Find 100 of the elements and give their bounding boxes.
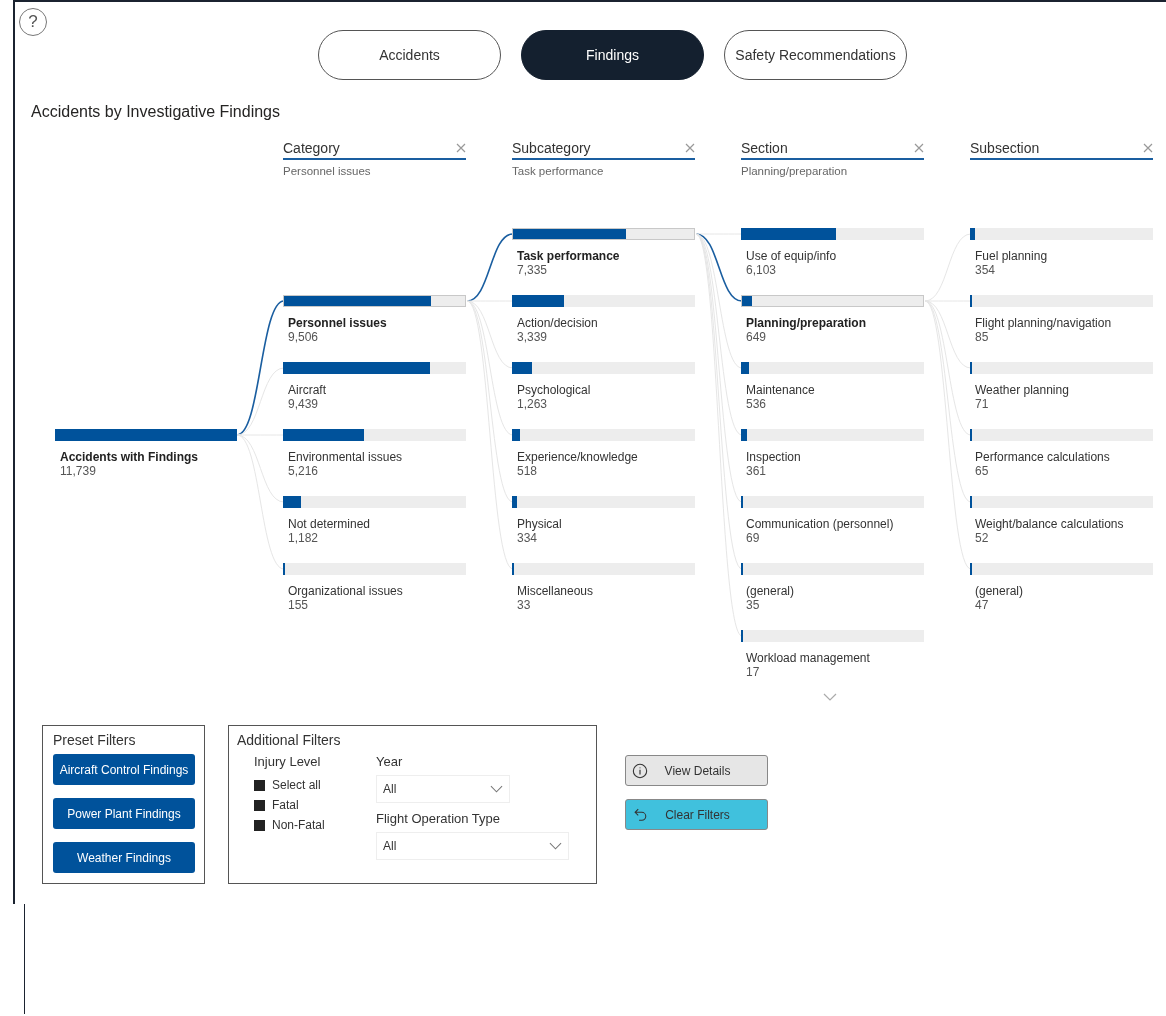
bar-track[interactable]	[741, 362, 924, 374]
node-label: Aircraft	[288, 383, 327, 397]
node-label: Accidents with Findings	[60, 450, 199, 464]
node-value: 518	[517, 464, 539, 478]
node-label: Environmental issues	[288, 450, 404, 464]
bar-track[interactable]	[970, 228, 1153, 240]
bar-track[interactable]	[741, 228, 924, 240]
node-label: Physical	[517, 517, 563, 531]
close-icon[interactable]	[685, 143, 695, 153]
node-value: 9,439	[288, 397, 320, 411]
close-icon[interactable]	[1143, 143, 1153, 153]
node-value: 85	[975, 330, 990, 344]
filter-label: Flight Operation Type	[376, 811, 502, 826]
bar-track[interactable]	[512, 295, 695, 307]
tab[interactable]: Findings	[521, 30, 704, 80]
node-label: Weight/balance calculations	[975, 517, 1125, 531]
action-button[interactable]: View Details	[625, 755, 768, 786]
bar-track[interactable]	[283, 563, 466, 575]
panel-title: Additional Filters	[237, 732, 342, 748]
bar-track[interactable]	[970, 429, 1153, 441]
node-value: 361	[746, 464, 768, 478]
node-label: Not determined	[288, 517, 372, 531]
bar-track[interactable]	[283, 429, 466, 441]
node-value: 17	[746, 665, 761, 679]
filter-label: Injury Level	[254, 754, 322, 769]
visual-title: Accidents by Investigative Findings	[31, 103, 281, 121]
chevron-down-icon	[490, 785, 503, 793]
bar-track[interactable]	[512, 362, 695, 374]
node-value: 649	[746, 330, 768, 344]
node-value: 33	[517, 598, 532, 612]
bar-track[interactable]	[512, 496, 695, 508]
node-label: Psychological	[517, 383, 592, 397]
node-value: 5,216	[288, 464, 320, 478]
node-value: 354	[975, 263, 997, 277]
tab[interactable]: Safety Recommendations	[724, 30, 907, 80]
bar-track[interactable]	[283, 295, 466, 307]
checkbox[interactable]	[254, 779, 265, 791]
year-dropdown[interactable]: All	[376, 775, 510, 803]
node-label: Use of equip/info	[746, 249, 838, 263]
tab[interactable]: Accidents	[318, 30, 501, 80]
bar-track[interactable]	[741, 630, 924, 642]
column-title: Category	[283, 140, 340, 156]
column-title: Section	[741, 140, 788, 156]
action-button[interactable]: Clear Filters	[625, 799, 768, 830]
bar-track[interactable]	[512, 429, 695, 441]
flight-operation-type-dropdown[interactable]: All	[376, 832, 569, 860]
preset-filter-button[interactable]: Weather Findings	[53, 842, 195, 873]
column-selection: Task performance	[512, 165, 605, 177]
node-value: 47	[975, 598, 990, 612]
node-value: 11,739	[60, 464, 97, 478]
node-label: Fuel planning	[975, 249, 1049, 263]
node-value: 35	[746, 598, 761, 612]
preset-filter-button[interactable]: Aircraft Control Findings	[53, 754, 195, 785]
node-value: 1,263	[517, 397, 549, 411]
node-value: 1,182	[288, 531, 320, 545]
bar-track[interactable]	[512, 228, 695, 240]
bar-track[interactable]	[512, 563, 695, 575]
node-value: 69	[746, 531, 761, 545]
node-label: (general)	[975, 584, 1025, 598]
bar-track[interactable]	[741, 563, 924, 575]
node-value: 7,335	[517, 263, 549, 277]
node-label: Planning/preparation	[746, 316, 867, 330]
bar-track[interactable]	[970, 295, 1153, 307]
node-value: 3,339	[517, 330, 549, 344]
bar-track[interactable]	[970, 496, 1153, 508]
node-label: Performance calculations	[975, 450, 1111, 464]
node-value: 52	[975, 531, 990, 545]
panel-title: Preset Filters	[53, 732, 137, 748]
bar-track[interactable]	[741, 496, 924, 508]
bar-track[interactable]	[283, 362, 466, 374]
bar-track[interactable]	[970, 563, 1153, 575]
node-label: Personnel issues	[288, 316, 388, 330]
node-label: (general)	[746, 584, 796, 598]
close-icon[interactable]	[456, 143, 466, 153]
column-title: Subsection	[970, 140, 1040, 156]
node-label: Miscellaneous	[517, 584, 595, 598]
checkbox-label: Fatal	[272, 798, 299, 812]
bar-track[interactable]	[741, 295, 924, 307]
node-label: Weather planning	[975, 383, 1070, 397]
column-selection: Personnel issues	[283, 165, 372, 177]
chevron-down-icon	[549, 842, 562, 850]
node-label: Experience/knowledge	[517, 450, 639, 464]
bar-track[interactable]	[283, 496, 466, 508]
preset-filter-button[interactable]: Power Plant Findings	[53, 798, 195, 829]
node-value: 9,506	[288, 330, 320, 344]
bar-track[interactable]	[741, 429, 924, 441]
node-value: 334	[517, 531, 539, 545]
checkbox[interactable]	[254, 799, 265, 811]
checkbox-label: Non-Fatal	[272, 818, 325, 832]
node-label: Organizational issues	[288, 584, 404, 598]
node-value: 155	[288, 598, 310, 612]
checkbox[interactable]	[254, 819, 265, 831]
node-value: 6,103	[746, 263, 778, 277]
node-label: Communication (personnel)	[746, 517, 895, 531]
filter-label: Year	[376, 754, 404, 769]
node-value: 536	[746, 397, 768, 411]
node-label: Flight planning/navigation	[975, 316, 1113, 330]
close-icon[interactable]	[914, 143, 924, 153]
node-label: Workload management	[746, 651, 871, 665]
bar-track[interactable]	[970, 362, 1153, 374]
